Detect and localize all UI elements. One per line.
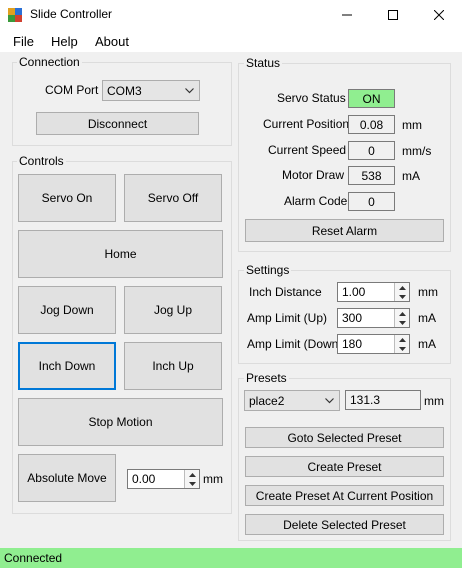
inch-distance-unit: mm xyxy=(418,285,438,299)
jog-up-button[interactable]: Jog Up xyxy=(124,286,222,334)
inch-distance-input[interactable]: 1.00 xyxy=(337,282,410,302)
close-button[interactable] xyxy=(416,0,462,30)
amp-limit-up-unit: mA xyxy=(418,311,436,325)
status-group-title: Status xyxy=(244,56,283,70)
inch-down-button[interactable]: Inch Down xyxy=(18,342,116,390)
preset-selected-value: place2 xyxy=(249,393,285,408)
spin-down-arrow-icon[interactable] xyxy=(395,344,409,353)
preset-position-value: 131.3 xyxy=(345,390,421,410)
amp-limit-down-value: 180 xyxy=(342,337,363,351)
com-port-value: COM3 xyxy=(107,83,142,98)
absolute-move-button[interactable]: Absolute Move xyxy=(18,454,116,502)
amp-limit-up-spinner[interactable] xyxy=(394,309,409,327)
menu-about[interactable]: About xyxy=(95,34,129,49)
preset-position-unit: mm xyxy=(424,394,444,408)
current-position-value: 0.08 xyxy=(348,115,395,134)
controls-group-title: Controls xyxy=(17,154,66,168)
preset-select[interactable]: place2 xyxy=(244,390,340,411)
chevron-down-icon xyxy=(185,88,194,94)
amp-limit-up-value: 300 xyxy=(342,311,363,325)
stop-motion-button[interactable]: Stop Motion xyxy=(18,398,223,446)
reset-alarm-button[interactable]: Reset Alarm xyxy=(245,219,444,242)
com-port-label: COM Port xyxy=(45,83,99,97)
spin-down-arrow-icon[interactable] xyxy=(395,318,409,327)
connection-status-text: Connected xyxy=(4,551,63,565)
motor-draw-value: 538 xyxy=(348,166,395,185)
absolute-move-value: 0.00 xyxy=(132,472,156,486)
spin-down-arrow-icon[interactable] xyxy=(185,479,199,488)
absolute-move-unit: mm xyxy=(203,472,223,486)
motor-draw-label: Motor Draw xyxy=(282,168,345,182)
maximize-icon xyxy=(388,10,398,20)
motor-draw-unit: mA xyxy=(402,169,420,183)
current-position-unit: mm xyxy=(402,118,422,132)
chevron-down-icon xyxy=(325,398,334,404)
amp-limit-down-label: Amp Limit (Down) xyxy=(247,337,343,351)
minimize-icon xyxy=(342,14,352,16)
current-speed-unit: mm/s xyxy=(402,144,432,158)
maximize-button[interactable] xyxy=(370,0,416,30)
status-bar: Connected xyxy=(0,548,462,568)
alarm-code-value: 0 xyxy=(348,192,395,211)
settings-group-title: Settings xyxy=(244,263,292,277)
app-icon xyxy=(8,8,22,22)
jog-down-button[interactable]: Jog Down xyxy=(18,286,116,334)
current-position-label: Current Position xyxy=(263,117,350,131)
disconnect-button[interactable]: Disconnect xyxy=(36,112,199,135)
com-port-select[interactable]: COM3 xyxy=(102,80,200,101)
amp-limit-down-spinner[interactable] xyxy=(394,335,409,353)
inch-up-button[interactable]: Inch Up xyxy=(124,342,222,390)
create-preset-button[interactable]: Create Preset xyxy=(245,456,444,477)
create-preset-current-position-button[interactable]: Create Preset At Current Position xyxy=(245,485,444,506)
menu-file[interactable]: File xyxy=(13,34,34,49)
presets-group-title: Presets xyxy=(244,371,289,385)
delete-selected-preset-button[interactable]: Delete Selected Preset xyxy=(245,514,444,535)
menu-help[interactable]: Help xyxy=(51,34,78,49)
inch-distance-label: Inch Distance xyxy=(249,285,322,299)
window-title: Slide Controller xyxy=(30,7,113,21)
close-icon xyxy=(434,10,444,20)
spin-up-arrow-icon[interactable] xyxy=(395,335,409,344)
servo-on-button[interactable]: Servo On xyxy=(18,174,116,222)
amp-limit-up-input[interactable]: 300 xyxy=(337,308,410,328)
current-speed-label: Current Speed xyxy=(268,143,347,157)
inch-distance-value: 1.00 xyxy=(342,285,366,299)
alarm-code-label: Alarm Code xyxy=(284,194,348,208)
amp-limit-down-unit: mA xyxy=(418,337,436,351)
inch-distance-spinner[interactable] xyxy=(394,283,409,301)
connection-group-title: Connection xyxy=(17,55,82,69)
goto-selected-preset-button[interactable]: Goto Selected Preset xyxy=(245,427,444,448)
home-button[interactable]: Home xyxy=(18,230,223,278)
servo-status-label: Servo Status xyxy=(277,91,346,105)
current-speed-value: 0 xyxy=(348,141,395,160)
amp-limit-up-label: Amp Limit (Up) xyxy=(247,311,328,325)
spin-up-arrow-icon[interactable] xyxy=(395,283,409,292)
servo-off-button[interactable]: Servo Off xyxy=(124,174,222,222)
spin-up-arrow-icon[interactable] xyxy=(395,309,409,318)
amp-limit-down-input[interactable]: 180 xyxy=(337,334,410,354)
absolute-move-spinner[interactable] xyxy=(184,470,199,488)
spin-down-arrow-icon[interactable] xyxy=(395,292,409,301)
spin-up-arrow-icon[interactable] xyxy=(185,470,199,479)
servo-status-value: ON xyxy=(348,89,395,108)
minimize-button[interactable] xyxy=(324,0,370,30)
absolute-move-input[interactable]: 0.00 xyxy=(127,469,200,489)
